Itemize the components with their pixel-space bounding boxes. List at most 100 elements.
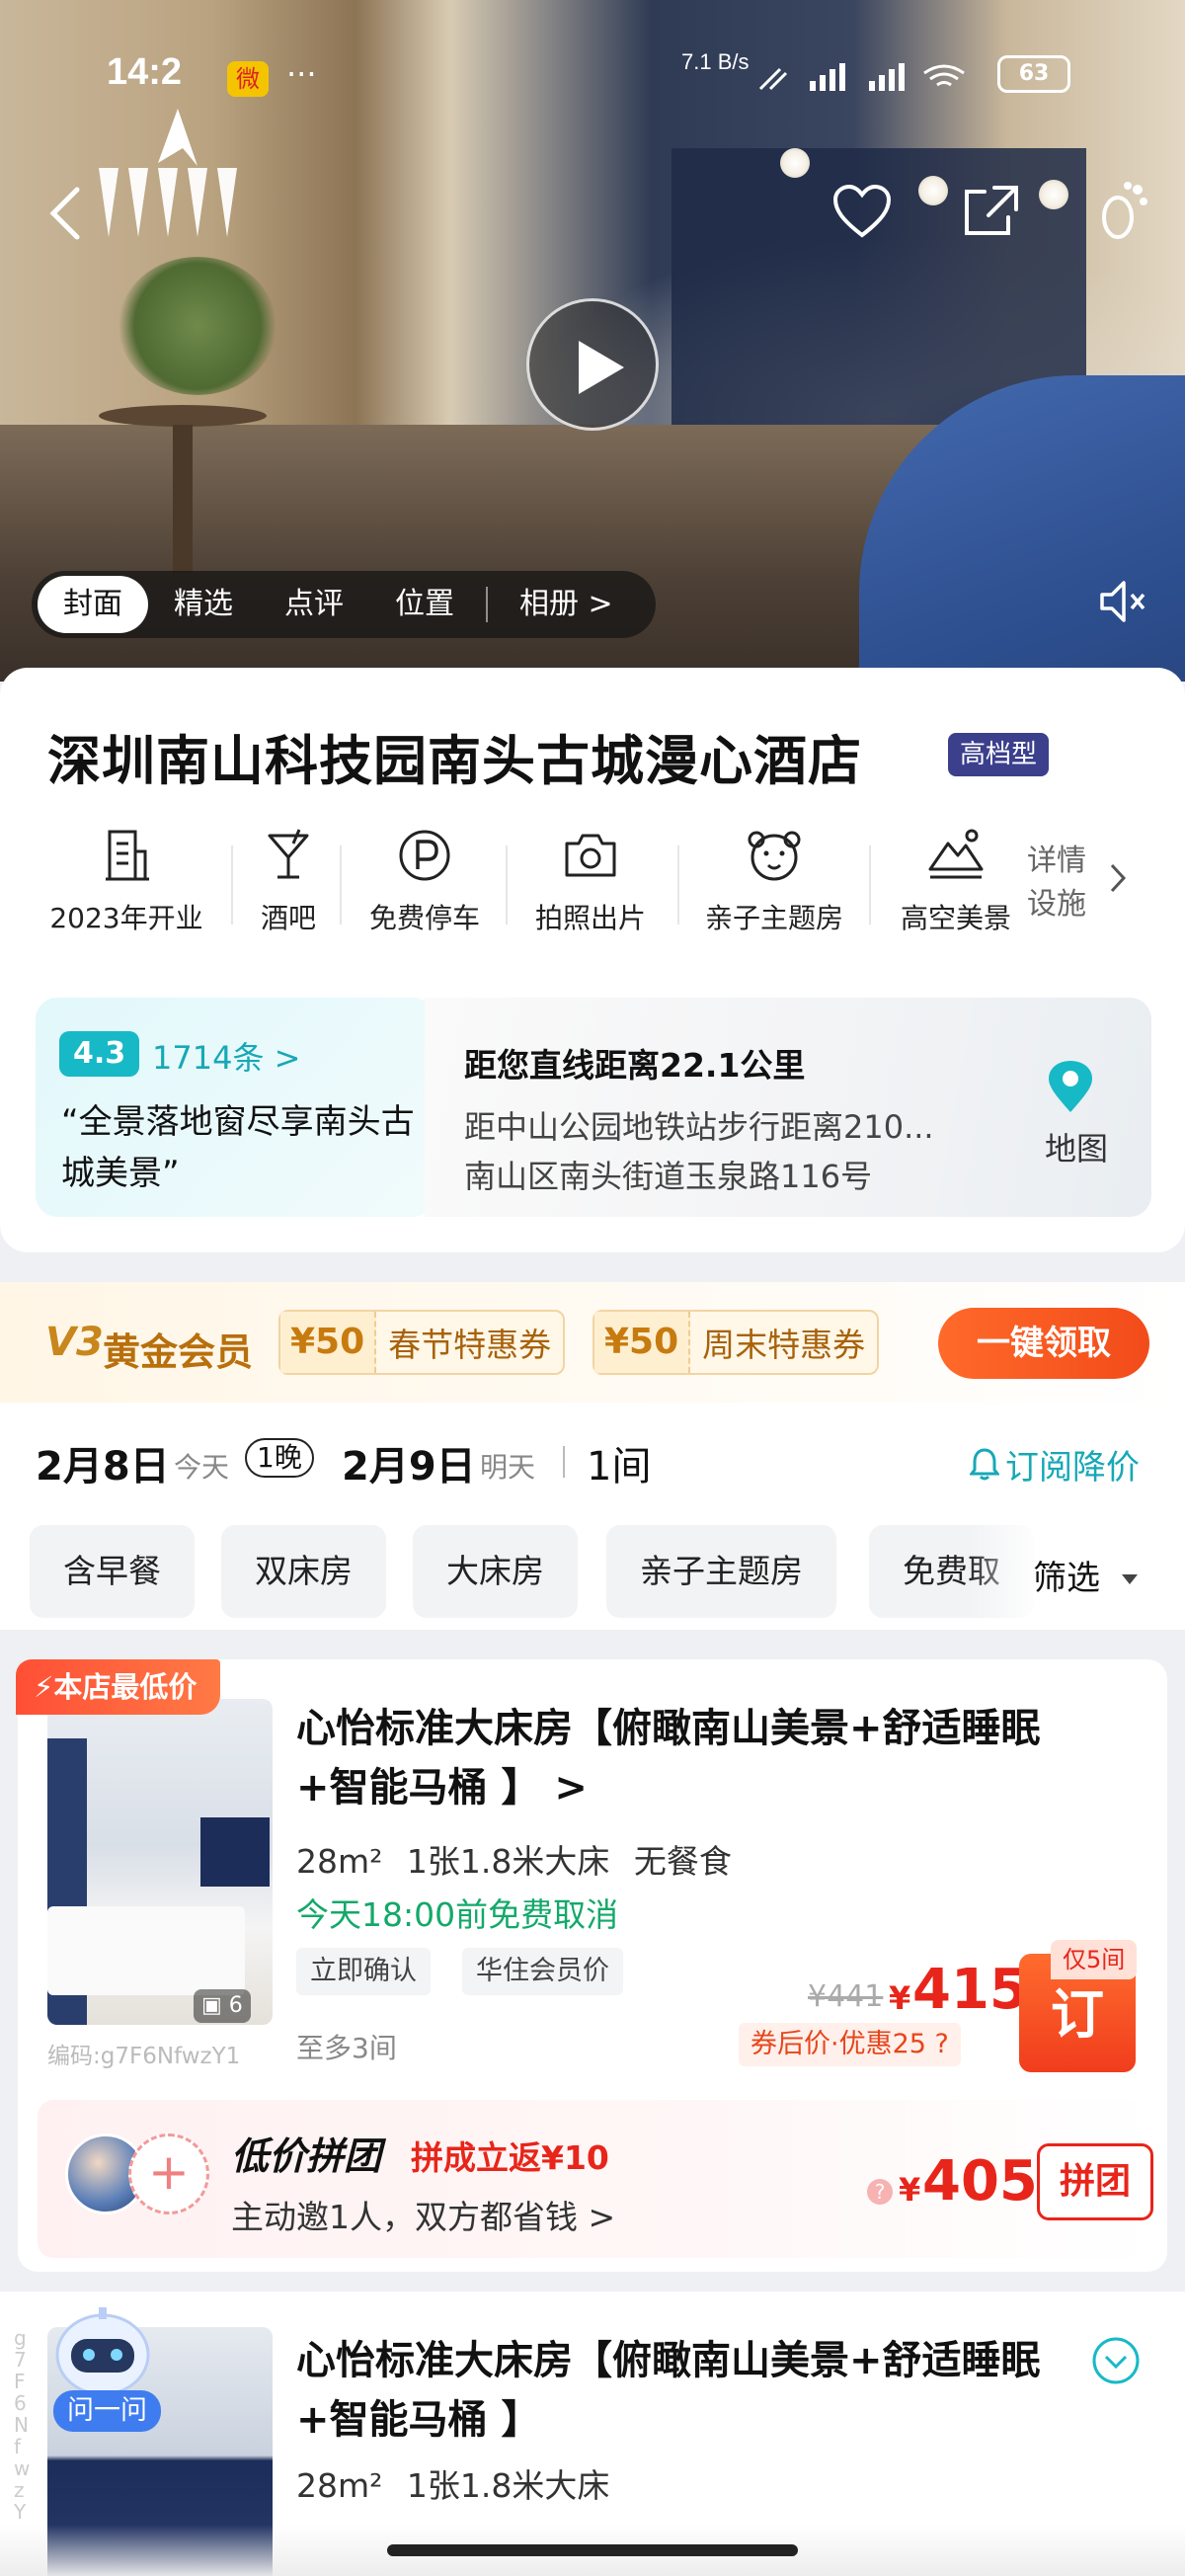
room-code: 编码:g7F6NfwzY1 <box>47 2044 241 2069</box>
facility-photo: 拍照出片 <box>523 826 658 936</box>
bear-icon <box>748 831 801 881</box>
filter-chip-family[interactable]: 亲子主题房 <box>606 1525 836 1618</box>
room-photo[interactable] <box>47 1699 273 2025</box>
media-tabs: 封面 精选 点评 位置 相册 > <box>32 571 656 638</box>
status-more-icon: ··· <box>286 55 317 93</box>
nights-badge: 1晚 <box>245 1438 314 1478</box>
caret-down-icon <box>1122 1574 1138 1584</box>
facility-opened: 2023年开业 <box>47 826 205 936</box>
room-count[interactable]: 1间 <box>587 1434 651 1491</box>
map-link[interactable]: 地图 <box>1045 1124 1108 1169</box>
grade-badge: 高档型 <box>948 733 1050 776</box>
filter-button[interactable]: 筛选 <box>1033 1551 1100 1599</box>
checkout-date[interactable]: 2月9日 <box>342 1434 476 1491</box>
review-count[interactable]: 1714条 > <box>152 1033 300 1079</box>
map-pin-icon[interactable] <box>1045 1059 1096 1114</box>
location-summary[interactable]: 距您直线距离22.1公里 距中山公园地铁站步行距离210... 南山区南头街道玉… <box>425 998 1151 1217</box>
filter-chip-twin[interactable]: 双床房 <box>221 1525 386 1618</box>
tab-cover[interactable]: 封面 <box>38 576 148 633</box>
facility-label: 免费停车 <box>368 902 480 934</box>
facility-divider <box>340 845 342 925</box>
original-price: ¥441 <box>808 1979 884 2014</box>
room-title[interactable]: 心怡标准大床房【俯瞰南山美景+舒适睡眠+智能马桶 】 <box>296 2331 1066 2450</box>
date-divider <box>563 1446 565 1478</box>
member-title: 黄金会员 <box>103 1330 254 1374</box>
room-title[interactable]: 心怡标准大床房【俯瞰南山美景+舒适睡眠+智能马桶 】 > <box>296 1699 1106 1817</box>
claim-all-button[interactable]: 一键领取 <box>938 1308 1149 1379</box>
room-price: 415 <box>912 1958 1028 2022</box>
tab-reviews[interactable]: 点评 <box>259 576 369 633</box>
tag-member-price: 华住会员价 <box>462 1948 623 1995</box>
member-bar: V3 黄金会员 ¥50 春节特惠券 ¥50 周末特惠券 一键领取 <box>0 1282 1185 1403</box>
facility-bar: 酒吧 <box>249 826 328 936</box>
group-cashback: 拼成立返¥10 <box>411 2138 609 2177</box>
footprint-icon[interactable] <box>1090 178 1159 243</box>
filter-chip-king[interactable]: 大床房 <box>413 1525 578 1618</box>
checkin-sub: 今天 <box>174 1451 230 1484</box>
group-buy-button[interactable]: 拼团 <box>1037 2143 1153 2220</box>
rooms-left-badge: 仅5间 <box>1051 1940 1138 1979</box>
hotel-logo <box>99 109 237 237</box>
favorite-icon[interactable] <box>828 180 897 243</box>
facility-divider <box>231 845 233 925</box>
checkin-date[interactable]: 2月8日 <box>36 1434 170 1491</box>
currency-symbol: ¥ <box>899 2171 921 2209</box>
mute-icon[interactable] <box>1096 575 1149 632</box>
lowest-price-label: 本店最低价 <box>53 1670 198 1704</box>
date-bar[interactable]: 2月8日 今天 1晚 2月9日 明天 1间 订阅降价 <box>0 1403 1185 1521</box>
share-icon[interactable] <box>956 178 1025 243</box>
room-card[interactable]: ⚡本店最低价 ▣ 6 编码:g7F6NfwzY1 心怡标准大床房【俯瞰南山美景+… <box>16 1659 1167 2272</box>
member-level-badge: V3 <box>45 1320 104 1365</box>
coupon-spring[interactable]: ¥50 春节特惠券 <box>278 1310 566 1375</box>
after-coupon-price[interactable]: 券后价·优惠25 ? <box>739 2023 961 2066</box>
facility-list[interactable]: 2023年开业 酒吧 免费停车 拍照出片 亲子主题房 高空美景 详情设施 <box>0 826 1185 954</box>
facility-divider <box>506 845 508 925</box>
tag-instant-confirm: 立即确认 <box>296 1948 431 1995</box>
room-meta: 28m² 1张1.8米大床 无餐食 <box>296 1842 732 1881</box>
location-distance: 距您直线距离22.1公里 <box>464 1046 806 1085</box>
tab-location[interactable]: 位置 <box>369 576 480 633</box>
group-subtitle[interactable]: 主动邀1人，双方都省钱 > <box>231 2191 615 2238</box>
facility-divider <box>677 845 679 925</box>
signal-icon <box>750 59 978 100</box>
tab-featured[interactable]: 精选 <box>148 576 259 633</box>
facility-label: 高空美景 <box>900 902 1011 934</box>
room-photo-bed <box>47 1906 245 1995</box>
ask-assistant-button[interactable]: 问一问 <box>53 2390 161 2432</box>
filter-chip-breakfast[interactable]: 含早餐 <box>30 1525 195 1618</box>
group-buy-box[interactable]: + 低价拼团 拼成立返¥10 主动邀1人，双方都省钱 > ? ¥ 405 拼团 <box>38 2100 1153 2258</box>
review-quote: “全景落地窗尽享南头古城美景” <box>61 1102 415 1193</box>
hero-lamp <box>780 148 810 178</box>
camera-icon <box>565 834 616 877</box>
facility-details-link[interactable]: 详情设施 <box>1027 840 1106 926</box>
hero-media[interactable]: 14:2 微 ··· 7.1 B/s 63 封面 精选 点评 位置 相册 > <box>0 0 1185 682</box>
back-icon[interactable] <box>40 184 89 243</box>
image-count-value: 6 <box>228 1993 243 2018</box>
subscribe-price-drop[interactable]: 订阅降价 <box>1005 1440 1140 1489</box>
review-summary[interactable]: 4.3 1714条 > “全景落地窗尽享南头古城美景” <box>36 998 434 1217</box>
invite-add-icon[interactable]: + <box>128 2133 209 2214</box>
facility-label: 2023年开业 <box>49 902 203 934</box>
location-metro: 距中山公园地铁站步行距离210... <box>464 1108 934 1146</box>
weibo-icon: 微 <box>227 61 269 97</box>
coupon-name: 春节特惠券 <box>388 1326 552 1364</box>
hero-plant <box>118 257 276 395</box>
hero-table-leg <box>173 425 193 573</box>
coupon-weekend[interactable]: ¥50 周末特惠券 <box>592 1310 880 1375</box>
group-buy-title: 低价拼团 <box>231 2134 382 2178</box>
room-photo-tv <box>200 1817 270 1887</box>
home-indicator[interactable] <box>387 2544 798 2556</box>
help-icon[interactable]: ? <box>867 2179 893 2205</box>
status-time: 14:2 <box>107 51 183 93</box>
play-video-button[interactable] <box>526 298 659 431</box>
facility-label: 亲子主题房 <box>704 902 843 934</box>
hero-table <box>99 405 267 427</box>
tab-album[interactable]: 相册 > <box>494 576 639 633</box>
hero-lamp <box>1039 180 1068 209</box>
mountain-icon <box>928 829 984 879</box>
cancel-policy: 今天18:00前免费取消 <box>296 1895 619 1934</box>
building-icon <box>106 830 149 881</box>
coupon-amount: ¥50 <box>280 1312 377 1373</box>
cocktail-icon <box>268 829 309 879</box>
expand-icon[interactable] <box>1090 2335 1142 2386</box>
